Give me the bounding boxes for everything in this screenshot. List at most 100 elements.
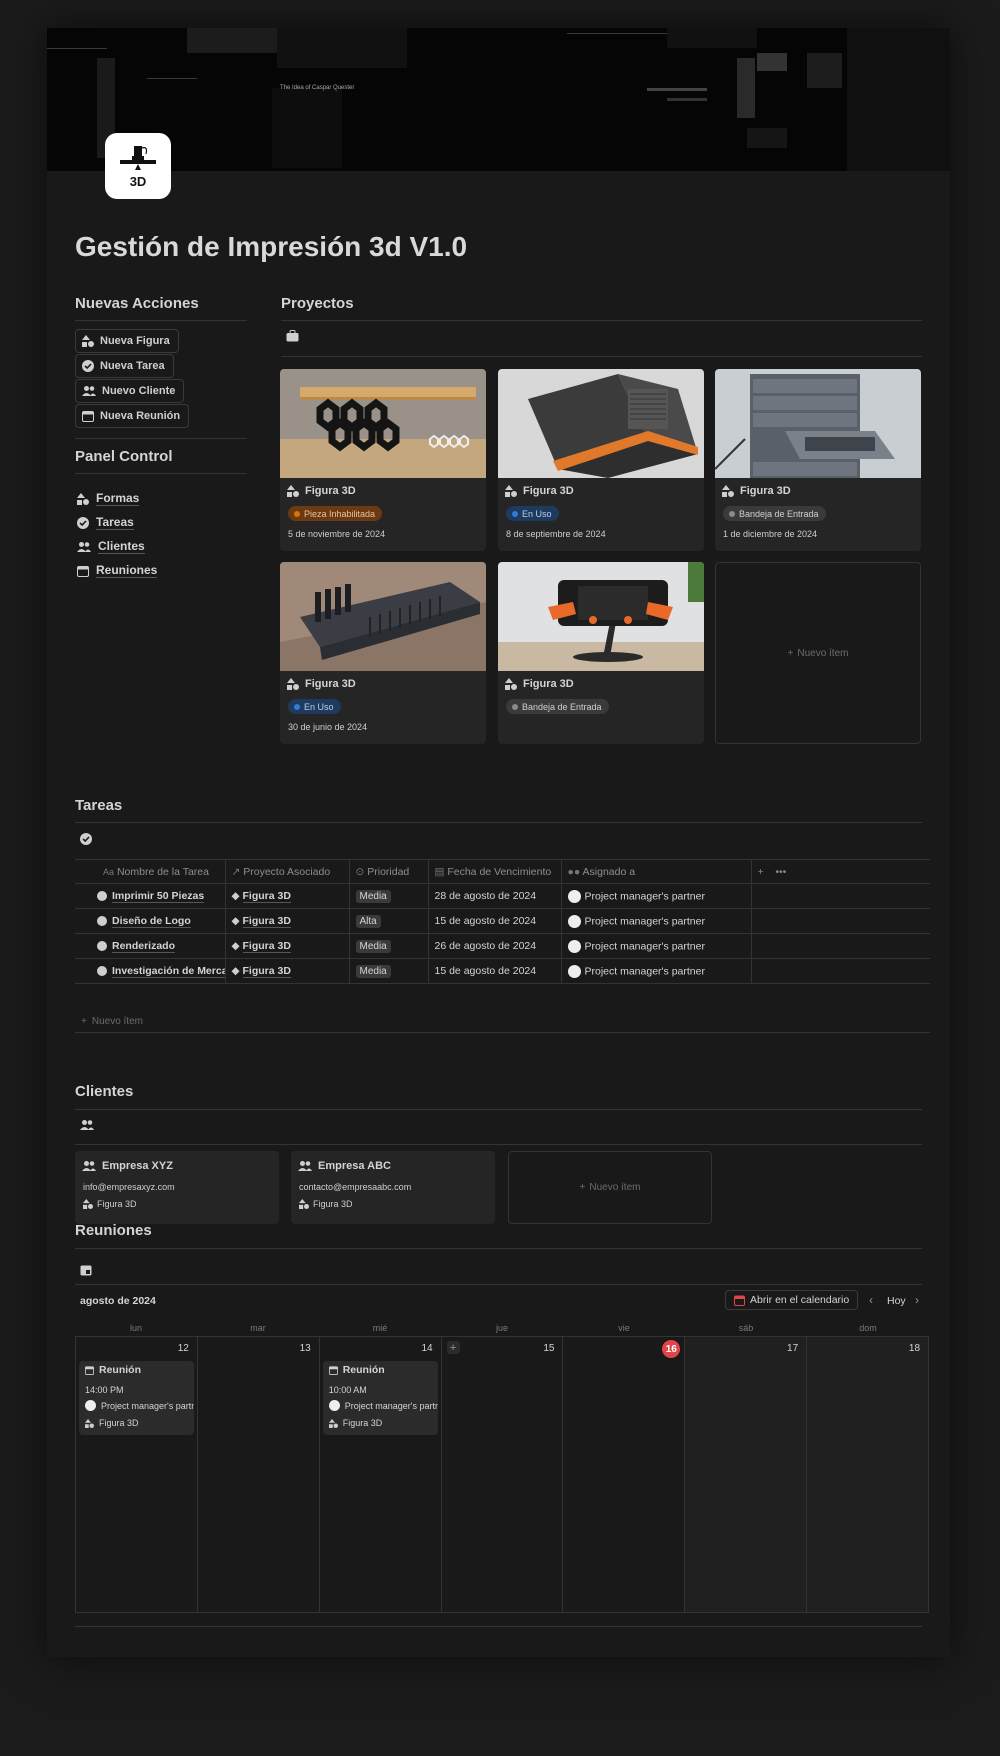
- card-image: [498, 562, 704, 671]
- button-label: Nueva Figura: [100, 335, 170, 347]
- priority-cell[interactable]: Alta: [349, 908, 429, 934]
- today-button[interactable]: Hoy: [887, 1295, 906, 1307]
- calendar-day[interactable]: 12 Reunión 14:00 PM Project manager's pa…: [76, 1337, 198, 1612]
- column-header[interactable]: ▤ Fecha de Vencimiento: [428, 859, 562, 884]
- project-link[interactable]: Figura 3D: [242, 965, 291, 978]
- nuevo-cliente-button[interactable]: Nuevo Cliente: [75, 379, 185, 403]
- more-icon[interactable]: •••: [775, 866, 786, 878]
- task-name-cell[interactable]: Renderizado: [75, 933, 226, 959]
- column-header[interactable]: ⊙ Prioridad: [349, 859, 429, 884]
- card-title-text: Figura 3D: [305, 678, 356, 690]
- calendar-day[interactable]: 17: [685, 1337, 808, 1612]
- project-card[interactable]: Figura 3D En Uso 8 de septiembre de 2024: [498, 369, 704, 551]
- project-cell[interactable]: ◆ Figura 3D: [225, 933, 350, 959]
- shapes-icon: ◆: [231, 940, 240, 952]
- project-card[interactable]: Figura 3D Pieza Inhabilitada 5 de noviem…: [280, 369, 486, 551]
- calendar-day[interactable]: + 15: [442, 1337, 564, 1612]
- calendar-event[interactable]: Reunión 10:00 AM Project manager's partn…: [322, 1361, 438, 1435]
- column-header[interactable]: ●● Asignado a: [561, 859, 752, 884]
- calendar-day[interactable]: 16: [563, 1337, 686, 1612]
- tareas-link[interactable]: Tareas: [77, 515, 134, 530]
- project-link[interactable]: Figura 3D: [242, 940, 291, 953]
- reuniones-link[interactable]: Reuniones: [77, 563, 158, 578]
- shapes-icon: [77, 492, 89, 505]
- assignee-cell[interactable]: Project manager's partner: [561, 883, 752, 909]
- event-time: 10:00 AM: [328, 1385, 367, 1395]
- nueva-reunion-button[interactable]: Nueva Reunión: [75, 404, 190, 428]
- divider: [75, 1109, 922, 1110]
- people-icon: [82, 1161, 96, 1171]
- table-row[interactable]: Diseño de Logo ◆ Figura 3D Alta 15 de ag…: [75, 908, 930, 934]
- page-title: Gestión de Impresión 3d V1.0: [75, 231, 468, 262]
- view-tab[interactable]: [80, 833, 92, 845]
- open-calendar-button[interactable]: Abrir en el calendario: [725, 1290, 859, 1310]
- add-column-icon[interactable]: +: [758, 866, 764, 878]
- client-card[interactable]: Empresa XYZ info@empresaxyz.com Figura 3…: [75, 1151, 279, 1224]
- assignee-cell[interactable]: Project manager's partner: [561, 958, 752, 984]
- text-property-icon: Aa: [103, 866, 115, 877]
- due-cell[interactable]: 15 de agosto de 2024: [428, 958, 562, 984]
- nueva-figura-button[interactable]: Nueva Figura: [75, 329, 179, 353]
- add-event-icon[interactable]: +: [446, 1341, 460, 1354]
- weekday-label: jue: [495, 1323, 508, 1333]
- status-text: En Uso: [522, 508, 552, 519]
- page-icon[interactable]: 3D: [105, 133, 171, 199]
- avatar: [328, 1400, 340, 1411]
- formas-link[interactable]: Formas: [77, 491, 140, 506]
- calendar-day[interactable]: 13: [198, 1337, 320, 1612]
- divider: [75, 822, 922, 823]
- divider: [75, 473, 247, 474]
- assignee-cell[interactable]: Project manager's partner: [561, 908, 752, 934]
- column-header[interactable]: ↗ Proyecto Asociado: [225, 859, 350, 884]
- view-tab[interactable]: [80, 1264, 92, 1276]
- project-card[interactable]: Figura 3D Bandeja de Entrada: [498, 562, 704, 744]
- card-title: Figura 3D: [505, 485, 574, 497]
- column-actions[interactable]: + •••: [751, 859, 930, 884]
- priority-cell[interactable]: Media: [349, 933, 429, 959]
- chevron-right-icon[interactable]: ›: [915, 1293, 919, 1307]
- calendar-icon: [328, 1365, 338, 1375]
- card-date: 1 de diciembre de 2024: [723, 529, 818, 539]
- project-link[interactable]: Figura 3D: [242, 890, 291, 903]
- new-client-button[interactable]: + Nuevo ítem: [508, 1151, 712, 1224]
- page: The Idea of Caspar Quester 3D Gestión de…: [47, 28, 950, 1657]
- due-cell[interactable]: 26 de agosto de 2024: [428, 933, 562, 959]
- new-item-button[interactable]: + Nuevo ítem: [715, 562, 921, 744]
- project-cell[interactable]: ◆ Figura 3D: [225, 908, 350, 934]
- assignee-cell[interactable]: Project manager's partner: [561, 933, 752, 959]
- due-cell[interactable]: 15 de agosto de 2024: [428, 908, 562, 934]
- shapes-icon: [505, 485, 517, 497]
- date-icon: ▤: [434, 865, 445, 878]
- task-name-cell[interactable]: Diseño de Logo: [75, 908, 226, 934]
- clientes-link[interactable]: Clientes: [77, 539, 145, 554]
- table-row[interactable]: Renderizado ◆ Figura 3D Media 26 de agos…: [75, 933, 930, 959]
- due-cell[interactable]: 28 de agosto de 2024: [428, 883, 562, 909]
- project-card[interactable]: Figura 3D Bandeja de Entrada 1 de diciem…: [715, 369, 921, 551]
- shapes-icon: [505, 678, 517, 690]
- view-tab[interactable]: [286, 330, 299, 342]
- nueva-tarea-button[interactable]: Nueva Tarea: [75, 354, 174, 378]
- task-name-cell[interactable]: Imprimir 50 Piezas: [75, 883, 226, 909]
- view-tab[interactable]: [80, 1119, 94, 1131]
- calendar-event[interactable]: Reunión 14:00 PM Project manager's partn…: [79, 1361, 194, 1435]
- task-name: Imprimir 50 Piezas: [112, 890, 205, 903]
- table-row[interactable]: Imprimir 50 Piezas ◆ Figura 3D Media 28 …: [75, 883, 930, 909]
- new-task-button[interactable]: + Nuevo ítem: [81, 1016, 143, 1027]
- calendar-day[interactable]: 18: [807, 1337, 929, 1612]
- column-header[interactable]: Aa Nombre de la Tarea: [75, 859, 226, 884]
- priority-tag: Media: [355, 964, 391, 978]
- calendar-icon: [734, 1295, 745, 1306]
- chevron-left-icon[interactable]: ‹: [869, 1293, 873, 1307]
- project-cell[interactable]: ◆ Figura 3D: [225, 958, 350, 984]
- event-title-text: Reunión: [99, 1364, 141, 1376]
- project-link[interactable]: Figura 3D: [242, 915, 291, 928]
- project-cell[interactable]: ◆ Figura 3D: [225, 883, 350, 909]
- event-title: Reunión: [328, 1364, 385, 1376]
- task-name-cell[interactable]: Investigación de Mercado: [75, 958, 226, 984]
- client-card[interactable]: Empresa ABC contacto@empresaabc.com Figu…: [291, 1151, 495, 1224]
- table-row[interactable]: Investigación de Mercado ◆ Figura 3D Med…: [75, 958, 930, 984]
- priority-cell[interactable]: Media: [349, 958, 429, 984]
- project-card[interactable]: Figura 3D En Uso 30 de junio de 2024: [280, 562, 486, 744]
- calendar-day[interactable]: 14 Reunión 10:00 AM Project manager's pa…: [320, 1337, 442, 1612]
- priority-cell[interactable]: Media: [349, 883, 429, 909]
